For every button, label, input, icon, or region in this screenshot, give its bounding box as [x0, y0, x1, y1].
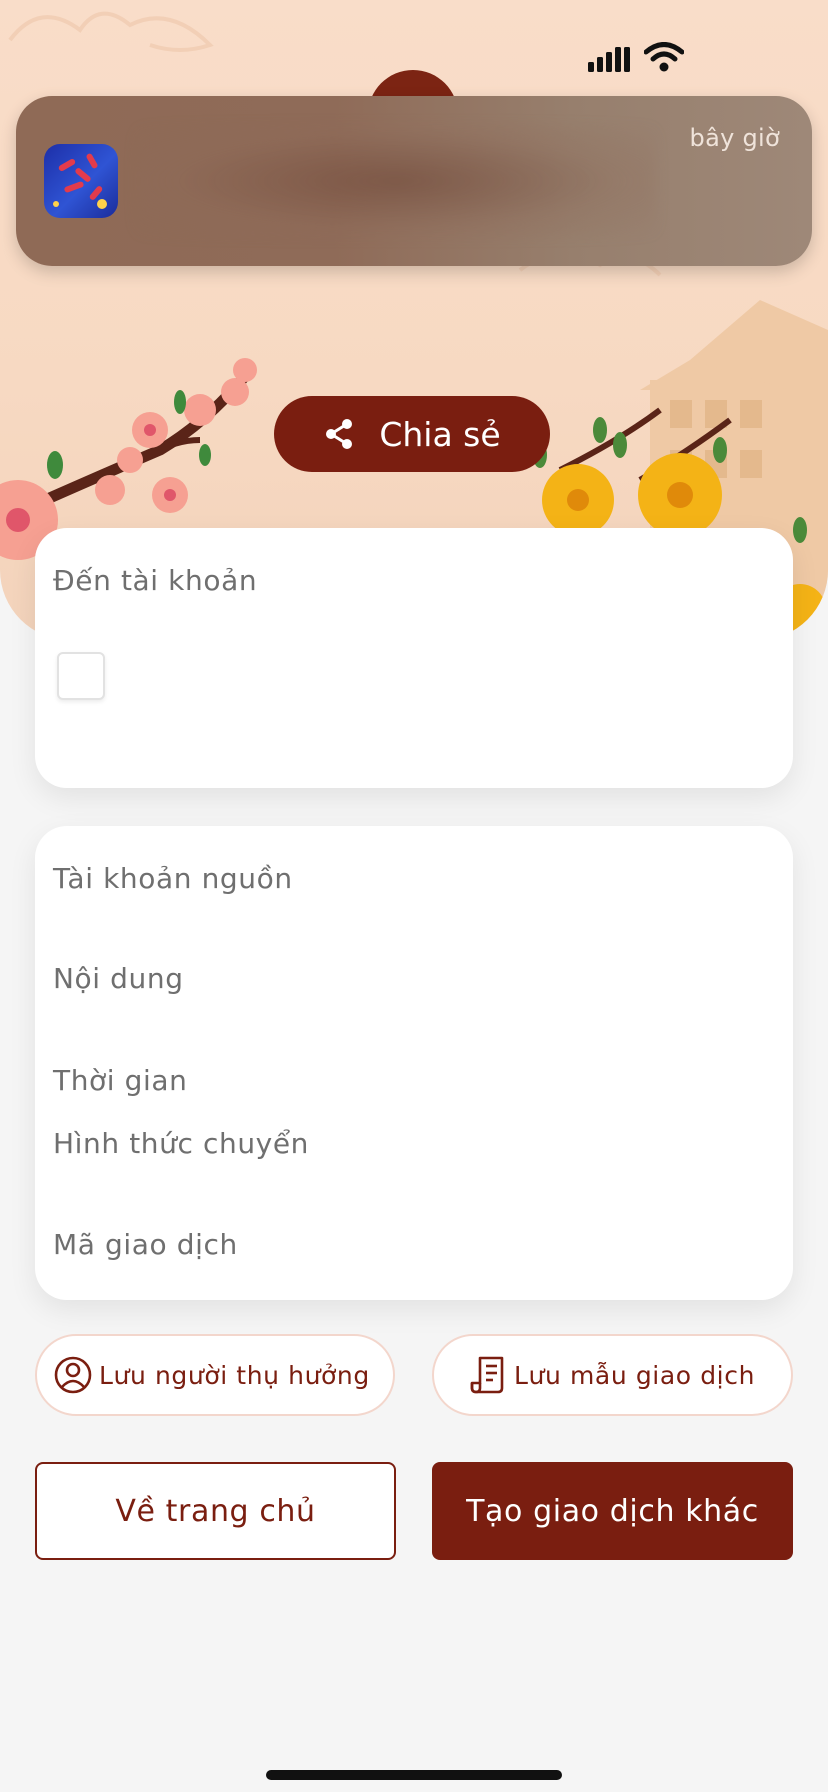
home-indicator[interactable] — [266, 1770, 562, 1780]
receipt-icon — [470, 1356, 504, 1394]
home-button-label: Về trang chủ — [115, 1493, 316, 1529]
transfer-method-label: Hình thức chuyển — [53, 1127, 310, 1160]
share-button[interactable]: Chia sẻ — [274, 396, 550, 472]
time-label: Thời gian — [53, 1064, 188, 1097]
destination-account-card: Đến tài khoản — [35, 528, 793, 788]
save-template-button[interactable]: Lưu mẫu giao dịch — [432, 1334, 793, 1416]
new-transaction-button[interactable]: Tạo giao dịch khác — [432, 1462, 793, 1560]
notification-redacted-content — [136, 126, 656, 236]
home-button[interactable]: Về trang chủ — [35, 1462, 396, 1560]
share-label: Chia sẻ — [379, 414, 501, 454]
notification-time: bây giờ — [689, 124, 780, 152]
destination-bank-logo-placeholder — [57, 652, 105, 700]
transaction-details-card: Tài khoản nguồn Nội dung Thời gian Hình … — [35, 826, 793, 1300]
transaction-id-label: Mã giao dịch — [53, 1228, 238, 1261]
share-icon — [326, 419, 353, 449]
notification-banner[interactable]: bây giờ — [16, 96, 812, 266]
app-icon — [44, 144, 118, 218]
cellular-signal-icon — [588, 47, 630, 72]
new-transaction-label: Tạo giao dịch khác — [466, 1493, 759, 1529]
save-template-label: Lưu mẫu giao dịch — [514, 1360, 756, 1390]
status-bar — [0, 38, 828, 78]
save-beneficiary-label: Lưu người thụ hưởng — [99, 1360, 370, 1390]
save-beneficiary-button[interactable]: Lưu người thụ hưởng — [35, 1334, 395, 1416]
wifi-icon — [644, 42, 684, 72]
person-circle-icon — [54, 1356, 92, 1394]
screen: bây giờ Chia sẻ Đến tài khoản Tài khoản … — [0, 0, 828, 1792]
destination-account-label: Đến tài khoản — [53, 564, 258, 597]
content-label: Nội dung — [53, 962, 184, 995]
source-account-label: Tài khoản nguồn — [53, 862, 293, 895]
